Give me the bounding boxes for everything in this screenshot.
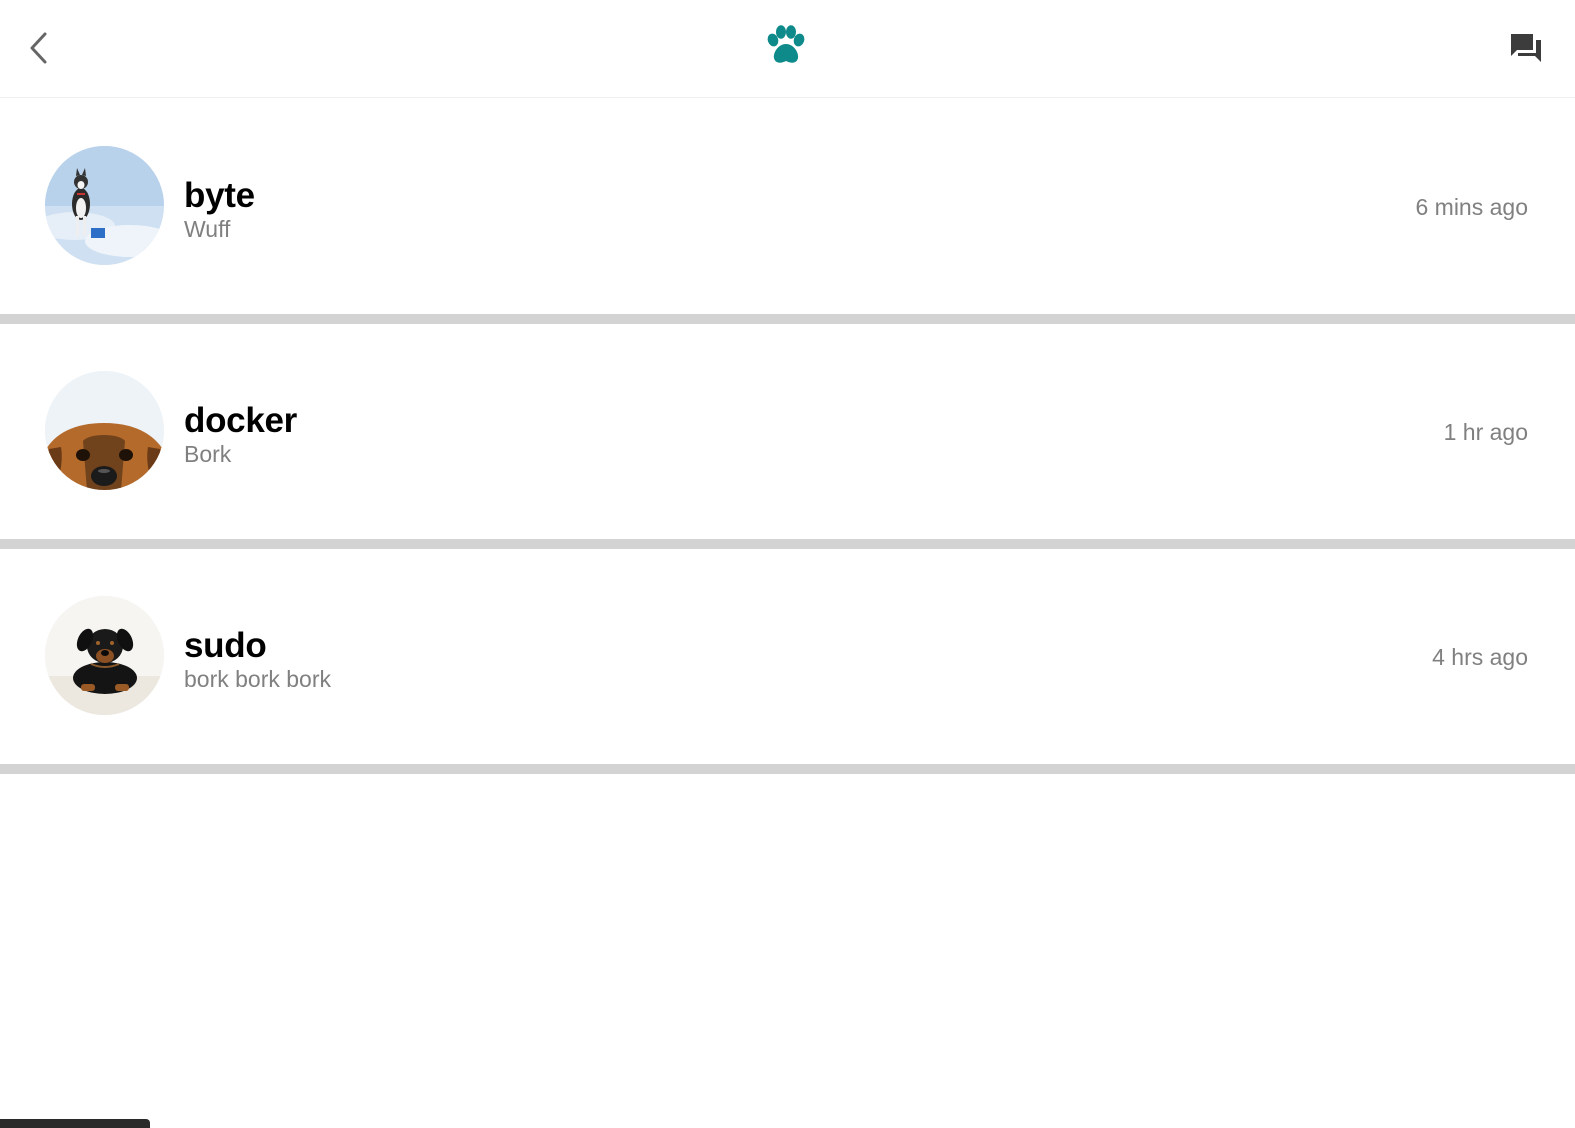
chevron-left-icon — [30, 32, 47, 64]
row-divider — [0, 764, 1575, 774]
timestamp: 6 mins ago — [1415, 194, 1528, 220]
conversation-row-byte[interactable]: byte Wuff 6 mins ago — [0, 99, 1575, 314]
message-preview: Bork — [184, 441, 232, 467]
top-bar — [0, 0, 1575, 98]
conversation-row-docker[interactable]: docker Bork 1 hr ago — [0, 324, 1575, 539]
contact-name: sudo — [184, 626, 267, 665]
contact-name: docker — [184, 401, 297, 440]
message-preview: bork bork bork — [184, 666, 332, 692]
row-divider — [0, 314, 1575, 324]
home-indicator — [0, 1119, 150, 1128]
avatar — [45, 596, 164, 715]
forum-icon — [1511, 34, 1541, 62]
paw-icon — [767, 25, 805, 63]
avatar — [45, 146, 164, 265]
contact-name: byte — [184, 176, 255, 215]
app-root: byte Wuff 6 mins ago docker Bork 1 hr ag… — [0, 0, 1575, 1128]
messages-button[interactable] — [1504, 26, 1548, 70]
conversation-row-sudo[interactable]: sudo bork bork bork 4 hrs ago — [0, 549, 1575, 764]
timestamp: 4 hrs ago — [1432, 644, 1528, 670]
row-divider — [0, 539, 1575, 549]
back-button[interactable] — [18, 26, 58, 70]
avatar — [45, 371, 164, 490]
message-preview: Wuff — [184, 216, 231, 242]
conversation-list: byte Wuff 6 mins ago docker Bork 1 hr ag… — [0, 99, 1575, 774]
timestamp: 1 hr ago — [1443, 419, 1528, 445]
